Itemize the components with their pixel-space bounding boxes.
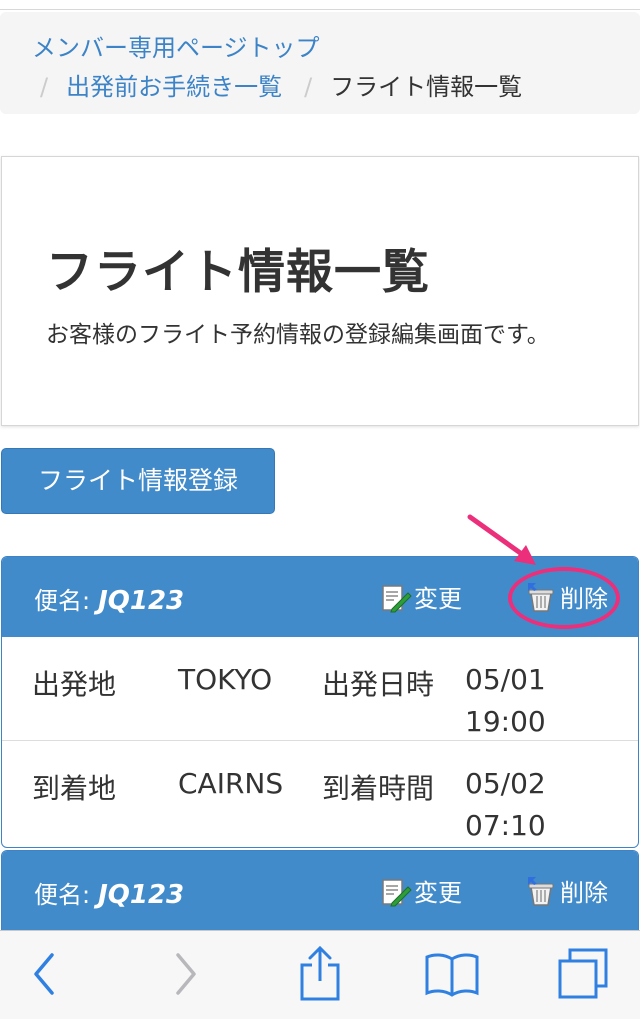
status-bar-divider xyxy=(0,0,640,10)
departure-value: TOKYO xyxy=(178,663,273,696)
flight-number: JQ123 xyxy=(98,586,185,616)
share-icon[interactable] xyxy=(296,945,344,1003)
breadcrumb-separator: / xyxy=(304,73,313,101)
page-title: フライト情報一覧 xyxy=(46,245,430,300)
departure-row: 出発地 TOKYO 出発日時 05/01 19:00 xyxy=(2,637,638,740)
edit-flight-link[interactable]: 変更 xyxy=(380,873,462,908)
edit-icon xyxy=(382,584,412,612)
back-icon[interactable] xyxy=(28,949,60,999)
flight-number-label: 便名: JQ123 xyxy=(34,875,184,910)
flight-number-label: 便名: JQ123 xyxy=(34,581,184,616)
trash-icon xyxy=(528,876,554,906)
breadcrumb-procedures-link[interactable]: 出発前お手続き一覧 xyxy=(66,73,282,101)
breadcrumb-home-link[interactable]: メンバー専用ページトップ xyxy=(32,28,320,63)
departure-datetime-label: 出発日時 xyxy=(322,668,435,701)
page-header-panel: フライト情報一覧 お客様のフライト予約情報の登録編集画面です。 xyxy=(1,156,639,426)
page-description: お客様のフライト予約情報の登録編集画面です。 xyxy=(46,322,550,348)
flight-details: 出発地 TOKYO 出発日時 05/01 19:00 到着地 CAIRNS 到着… xyxy=(2,637,638,843)
arrival-row: 到着地 CAIRNS 到着時間 05/02 07:10 xyxy=(2,740,638,843)
arrival-value: CAIRNS xyxy=(178,767,284,800)
browser-toolbar xyxy=(0,930,640,1019)
departure-label: 出発地 xyxy=(32,668,117,701)
edit-label: 変更 xyxy=(414,879,462,907)
edit-label: 変更 xyxy=(414,585,462,613)
arrival-time-value: 05/02 07:10 xyxy=(465,767,546,842)
edit-icon xyxy=(382,878,412,906)
flight-number: JQ123 xyxy=(98,880,185,910)
flight-label-text: 便名: xyxy=(34,587,91,615)
flight-label-text: 便名: xyxy=(34,881,91,909)
breadcrumb-current: フライト情報一覧 xyxy=(330,73,523,101)
bookmarks-icon[interactable] xyxy=(424,951,480,999)
arrival-time-label: 到着時間 xyxy=(322,772,435,805)
annotation-arrow-icon xyxy=(467,514,536,565)
breadcrumb-row: / 出発前お手続き一覧 / フライト情報一覧 xyxy=(40,67,522,102)
breadcrumb: メンバー専用ページトップ / 出発前お手続き一覧 / フライト情報一覧 xyxy=(0,12,640,114)
breadcrumb-separator: / xyxy=(40,73,49,101)
arrival-label: 到着地 xyxy=(32,772,117,805)
annotation-highlight-circle xyxy=(508,567,620,629)
flight-card-header: 便名: JQ123 変更 削除 xyxy=(2,851,638,931)
departure-datetime-value: 05/01 19:00 xyxy=(465,663,546,738)
delete-flight-link[interactable]: 削除 xyxy=(524,873,608,908)
delete-label: 削除 xyxy=(560,879,608,907)
edit-flight-link[interactable]: 変更 xyxy=(380,579,462,614)
forward-icon[interactable] xyxy=(170,949,202,999)
register-flight-button[interactable]: フライト情報登録 xyxy=(1,448,275,514)
tabs-icon[interactable] xyxy=(556,947,610,1001)
